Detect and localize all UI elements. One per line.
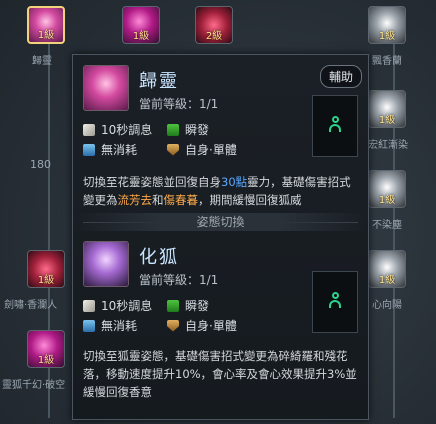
cooldown-icon [83,123,95,136]
highlight-value: 30點 [221,175,248,189]
skill-node[interactable]: 1級 [122,6,160,44]
role-box [312,271,358,333]
support-role-icon [329,116,341,134]
cast-icon [167,299,179,312]
skill-description: 切換至狐靈姿態，基礎傷害招式變更為碎綺羅和殘花落，移動速度提升10%，會心率及會… [83,349,357,399]
fox-skill-icon [83,241,129,287]
support-role-icon [329,292,341,310]
target-icon [167,143,179,156]
cost-icon [83,143,95,156]
cooldown-attr: 10秒調息 [83,297,152,314]
cast-text: 瞬發 [185,123,210,137]
target-icon [167,319,179,332]
skill-node[interactable]: 1級 [368,170,406,208]
cooldown-icon [83,299,95,312]
cast-attr: 瞬發 [167,297,209,314]
target-text: 自身·單體 [185,319,237,333]
node-label: 心向陽 [372,300,402,311]
cost-attr: 無消耗 [83,317,137,334]
skill-node[interactable]: 1級 [27,250,65,288]
target-text: 自身·單體 [185,143,237,157]
skill-description: 切換至花靈姿態並回復自身30點靈力，基礎傷害招式變更為流芳去和傷春暮，期間緩慢回… [83,175,351,207]
node-label: 劍嘯·香瀾人 [4,300,58,311]
target-attr: 自身·單體 [167,317,237,334]
cast-attr: 瞬發 [167,121,209,138]
target-attr: 自身·單體 [167,141,237,158]
skill-level: 當前等級：1/1 [139,273,219,287]
cooldown-attr: 10秒調息 [83,121,152,138]
cost-text: 無消耗 [101,319,138,333]
cast-icon [167,123,179,136]
skill-node[interactable]: 1級 [368,250,406,288]
skill-level: 當前等級：1/1 [139,97,219,111]
cast-text: 瞬發 [185,299,210,313]
skill-section-guiling: 歸靈 當前等級：1/1 輔助 10秒調息 瞬發 無消耗 自身·單體 切換至花靈姿… [73,55,368,215]
skill-node-piaoxianglan[interactable]: 1級 [368,6,406,44]
skill-tooltip: 歸靈 當前等級：1/1 輔助 10秒調息 瞬發 無消耗 自身·單體 切換至花靈姿… [72,54,369,420]
node-label-guiling: 歸靈 [32,56,52,67]
stance-switch-divider: 姿態切換 [73,213,368,231]
skill-section-huahu: 化狐 當前等級：1/1 10秒調息 瞬發 無消耗 自身·單體 切換至狐靈姿態，基… [73,231,368,421]
cost-text: 無消耗 [101,143,138,157]
node-label: 靈狐千幻·破空 [2,380,66,391]
node-label: 飄香蘭 [372,56,402,67]
cost-icon [83,319,95,332]
node-label: 不染塵 [372,220,402,231]
cooldown-text: 10秒調息 [101,299,153,313]
tree-side-number: 180 [30,158,51,171]
skill-name: 歸靈 [139,71,179,92]
node-label: 宏紅漸染 [368,140,408,151]
skill-node[interactable]: 2級 [195,6,233,44]
skill-node[interactable]: 1級 [368,90,406,128]
role-box [312,95,358,157]
cost-attr: 無消耗 [83,141,137,158]
skill-tag-badge: 輔助 [319,65,362,88]
highlight-skill: 傷春暮 [163,193,199,207]
skill-node[interactable]: 1級 [27,330,65,368]
skill-node-guiling[interactable]: 1級 [27,6,65,44]
cooldown-text: 10秒調息 [101,123,153,137]
highlight-skill: 流芳去 [117,193,153,207]
lotus-skill-icon [83,65,129,111]
skill-name: 化狐 [139,247,179,268]
